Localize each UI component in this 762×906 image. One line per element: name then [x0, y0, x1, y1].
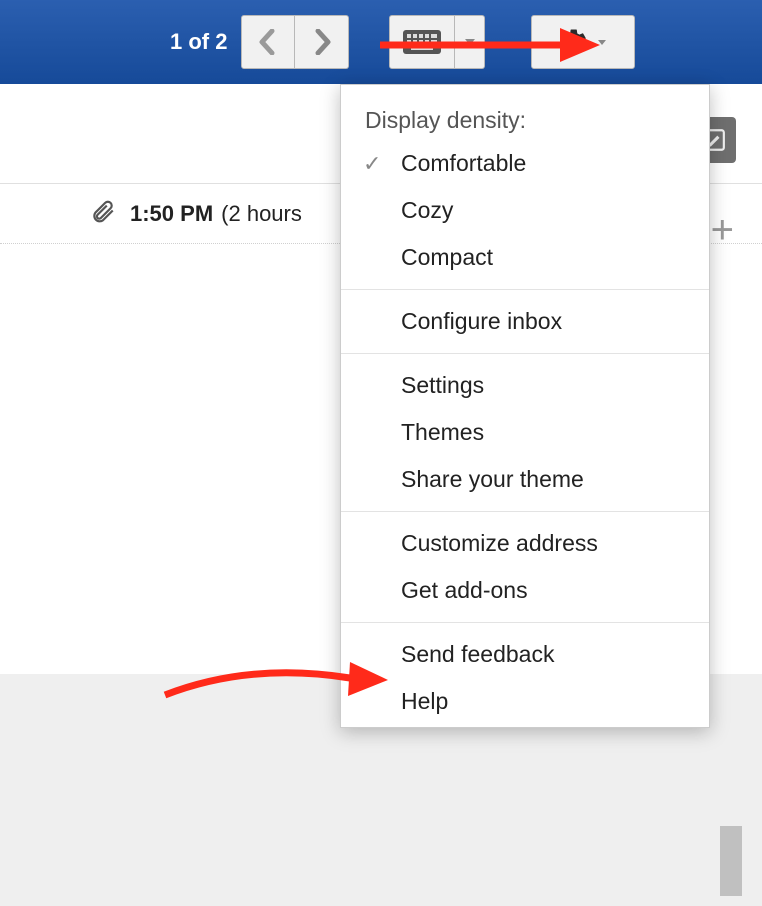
next-button[interactable]: [295, 15, 349, 69]
settings-group: [531, 15, 635, 69]
help-item[interactable]: Help: [341, 678, 709, 725]
gear-icon: [559, 27, 589, 57]
menu-item-label: Comfortable: [401, 150, 526, 177]
pager-count: 1 of 2: [170, 29, 227, 55]
add-side-button[interactable]: +: [711, 208, 734, 253]
input-tools-button[interactable]: [389, 15, 455, 69]
density-section-label: Display density:: [341, 95, 709, 140]
message-relative-time: (2 hours: [221, 201, 302, 227]
menu-item-label: Themes: [401, 419, 484, 446]
menu-divider: [341, 353, 709, 354]
header-toolbar: 1 of 2: [0, 0, 762, 84]
prev-button[interactable]: [241, 15, 295, 69]
message-timestamp: 1:50 PM: [130, 201, 213, 227]
density-cozy-item[interactable]: Cozy: [341, 187, 709, 234]
scrollbar-thumb[interactable]: [720, 826, 742, 896]
chevron-right-icon: [312, 29, 332, 55]
input-tools-group: [389, 15, 485, 69]
keyboard-icon: [403, 30, 441, 54]
menu-divider: [341, 622, 709, 623]
menu-item-label: Share your theme: [401, 466, 584, 493]
menu-item-label: Help: [401, 688, 448, 715]
themes-item[interactable]: Themes: [341, 409, 709, 456]
menu-item-label: Get add-ons: [401, 577, 528, 604]
menu-item-label: Cozy: [401, 197, 453, 224]
customize-address-item[interactable]: Customize address: [341, 520, 709, 567]
check-icon: ✓: [363, 151, 381, 177]
input-tools-dropdown-button[interactable]: [455, 15, 485, 69]
pager-nav-group: [241, 15, 349, 69]
menu-item-label: Send feedback: [401, 641, 554, 668]
get-addons-item[interactable]: Get add-ons: [341, 567, 709, 614]
send-feedback-item[interactable]: Send feedback: [341, 631, 709, 678]
density-comfortable-item[interactable]: ✓ Comfortable: [341, 140, 709, 187]
caret-down-icon: [464, 38, 476, 46]
chevron-left-icon: [258, 29, 278, 55]
attachment-icon: [90, 198, 116, 230]
menu-item-label: Configure inbox: [401, 308, 562, 335]
density-compact-item[interactable]: Compact: [341, 234, 709, 281]
menu-divider: [341, 511, 709, 512]
menu-item-label: Compact: [401, 244, 493, 271]
caret-down-icon: [597, 39, 607, 46]
menu-divider: [341, 289, 709, 290]
share-theme-item[interactable]: Share your theme: [341, 456, 709, 503]
settings-button[interactable]: [531, 15, 635, 69]
menu-item-label: Customize address: [401, 530, 598, 557]
configure-inbox-item[interactable]: Configure inbox: [341, 298, 709, 345]
settings-item[interactable]: Settings: [341, 362, 709, 409]
settings-dropdown: Display density: ✓ Comfortable Cozy Comp…: [340, 84, 710, 728]
menu-item-label: Settings: [401, 372, 484, 399]
